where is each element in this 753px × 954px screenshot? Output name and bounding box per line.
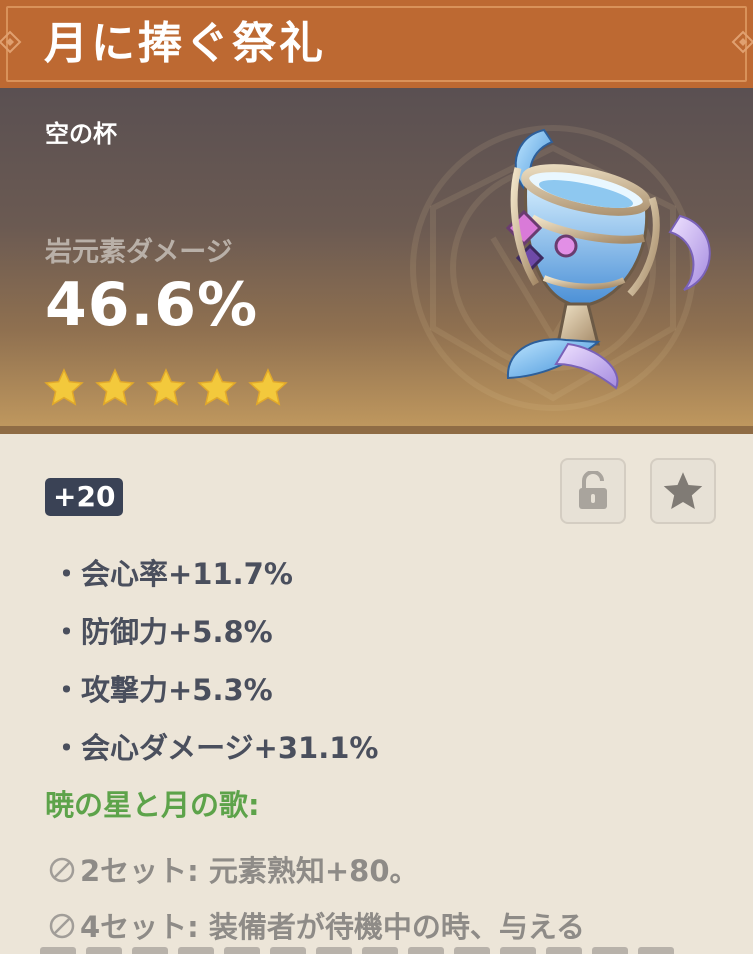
substat-crit-dmg: ・会心ダメージ+31.1% bbox=[52, 731, 379, 765]
star-icon bbox=[95, 368, 135, 406]
star-icon bbox=[248, 368, 288, 406]
artifact-title: 月に捧ぐ祭礼 bbox=[44, 18, 326, 69]
rarity-stars bbox=[44, 368, 288, 408]
lock-button[interactable] bbox=[560, 458, 626, 524]
goblet-icon bbox=[505, 128, 711, 390]
set-bonus-2: 2セット: 元素熟知+80。 bbox=[48, 848, 419, 890]
ornament-right-icon bbox=[731, 30, 753, 54]
circle-slash-icon bbox=[49, 913, 75, 939]
star-icon bbox=[44, 368, 84, 406]
artifact-type: 空の杯 bbox=[45, 120, 117, 148]
cut-off-text-line bbox=[40, 946, 710, 954]
set-bonus-4: 4セット: 装備者が待機中の時、与える bbox=[48, 904, 585, 946]
circle-slash-icon bbox=[49, 857, 75, 883]
set-name: 暁の星と月の歌: bbox=[45, 788, 260, 822]
substat-crit-rate: ・会心率+11.7% bbox=[52, 557, 293, 591]
star-icon bbox=[663, 472, 703, 510]
main-stat-name: 岩元素ダメージ bbox=[45, 237, 233, 268]
artifact-card: 月に捧ぐ祭礼 空の杯 岩元素ダメージ 46.6% +20 ・会心率+11.7% … bbox=[0, 0, 753, 954]
main-stat-value: 46.6% bbox=[45, 270, 259, 340]
substat-atk: ・攻撃力+5.3% bbox=[52, 673, 273, 707]
level-badge: +20 bbox=[45, 478, 124, 516]
set-bonus-4-text: 4セット: 装備者が待機中の時、与える bbox=[80, 910, 586, 944]
set-bonus-2-text: 2セット: 元素熟知+80。 bbox=[80, 854, 419, 888]
favorite-button[interactable] bbox=[650, 458, 716, 524]
star-icon bbox=[146, 368, 186, 406]
title-bar: 月に捧ぐ祭礼 bbox=[0, 0, 753, 88]
star-icon bbox=[197, 368, 237, 406]
substat-def: ・防御力+5.8% bbox=[52, 615, 273, 649]
lock-open-icon bbox=[579, 471, 607, 509]
ornament-left-icon bbox=[0, 30, 22, 54]
hero-divider bbox=[0, 426, 753, 434]
substat-list: ・会心率+11.7% ・防御力+5.8% ・攻撃力+5.3% ・会心ダメージ+3… bbox=[52, 550, 378, 782]
artifact-hero: 空の杯 岩元素ダメージ 46.6% bbox=[0, 88, 753, 433]
